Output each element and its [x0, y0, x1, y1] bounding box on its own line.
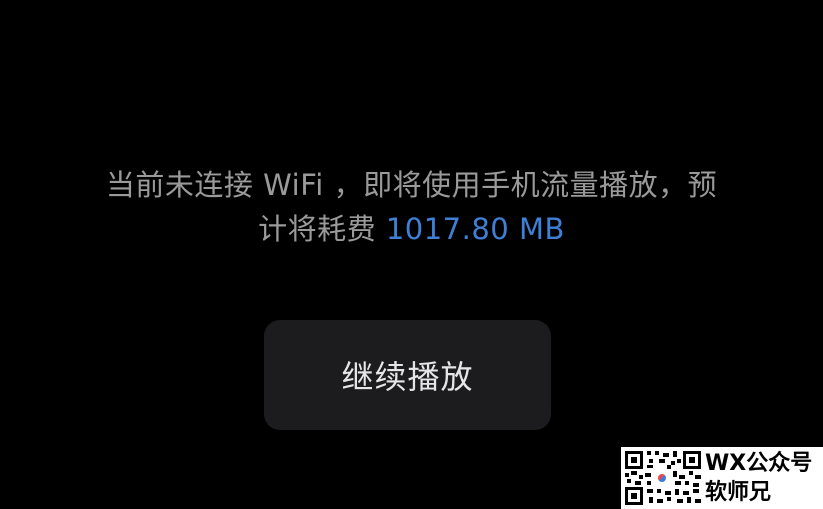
watermark-line-1: WX公众号	[705, 451, 813, 476]
warning-prefix: 计将耗费	[258, 212, 386, 246]
mobile-data-warning: 当前未连接 WiFi ，即将使用手机流量播放，预 计将耗费 1017.80 MB	[0, 163, 823, 251]
watermark: WX公众号 软师兄	[621, 447, 823, 509]
qr-logo-icon	[655, 471, 669, 485]
watermark-line-2: 软师兄	[705, 480, 772, 505]
warning-line-2: 计将耗费 1017.80 MB	[0, 207, 823, 251]
warning-line-1: 当前未连接 WiFi ，即将使用手机流量播放，预	[105, 168, 718, 202]
screen: { "notice": { "line1": "当前未连接 WiFi ，即将使用…	[0, 0, 823, 509]
qr-code-icon	[623, 449, 703, 507]
watermark-text: WX公众号 软师兄	[705, 449, 812, 507]
data-size-value: 1017.80 MB	[385, 212, 565, 246]
continue-playback-button[interactable]: 继续播放	[264, 320, 551, 430]
continue-playback-label: 继续播放	[341, 358, 474, 396]
